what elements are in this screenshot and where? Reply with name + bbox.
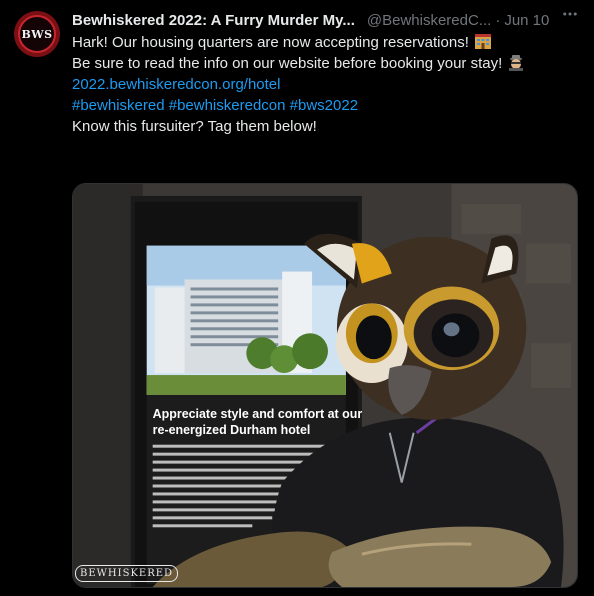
avatar[interactable]: BWS <box>14 11 60 57</box>
tweet-line-1: Hark! Our housing quarters are now accep… <box>72 34 469 51</box>
avatar-logo: BWS <box>18 15 56 53</box>
tweet-line-2: Be sure to read the info on our website … <box>72 55 503 72</box>
watermark-logo: BEWHISKERED <box>75 565 179 582</box>
tweet[interactable]: BWS Bewhiskered 2022: A Furry Murder My.… <box>0 0 594 596</box>
hotel-link[interactable]: 2022.bewhiskeredcon.org/hotel <box>72 74 582 95</box>
tweet-photo[interactable]: Appreciate style and comfort at our re-e… <box>72 183 578 588</box>
photo-illustration: Appreciate style and comfort at our re-e… <box>73 184 577 587</box>
detective-emoji-icon <box>507 53 525 77</box>
tweet-text: Hark! Our housing quarters are now accep… <box>72 32 582 137</box>
more-icon[interactable] <box>558 4 582 24</box>
separator-dot: · <box>495 11 501 29</box>
tweet-date[interactable]: Jun 10 <box>504 12 549 29</box>
author-name[interactable]: Bewhiskered 2022: A Furry Murder My... <box>72 12 355 29</box>
tweet-line-5: Know this fursuiter? Tag them below! <box>72 118 317 135</box>
poster-heading-2: re-energized Durham hotel <box>153 423 311 437</box>
hashtag-bewhiskered[interactable]: #bewhiskered <box>72 97 165 114</box>
hashtag-bewhiskeredcon[interactable]: #bewhiskeredcon <box>169 97 286 114</box>
poster-heading-1: Appreciate style and comfort at our <box>153 407 363 421</box>
hashtag-bws2022[interactable]: #bws2022 <box>290 97 358 114</box>
author-handle[interactable]: @BewhiskeredC... <box>367 12 491 29</box>
tweet-header: Bewhiskered 2022: A Furry Murder My... @… <box>72 10 582 30</box>
